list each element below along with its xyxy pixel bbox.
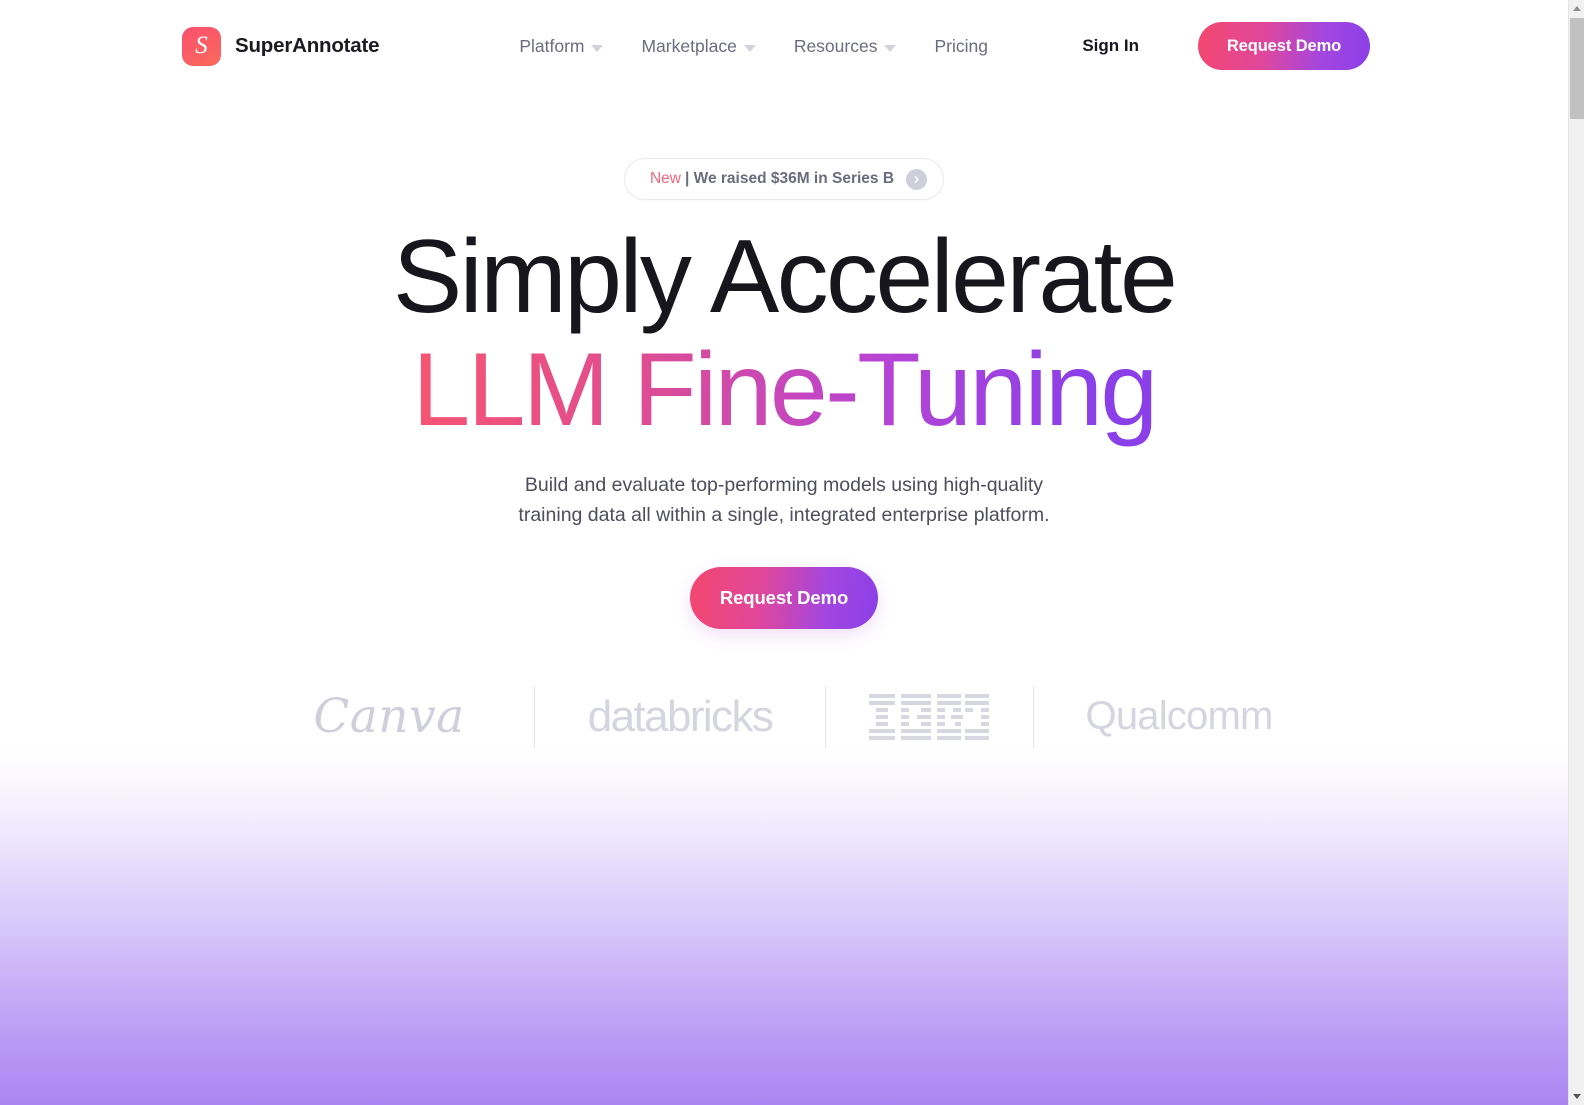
headline-line-2: LLM Fine-Tuning: [393, 333, 1175, 447]
chevron-down-icon: [591, 44, 604, 52]
triangle-down-icon: [1573, 1094, 1581, 1099]
nav-item-marketplace[interactable]: Marketplace: [622, 36, 774, 57]
page-title: Simply Accelerate LLM Fine-Tuning: [392, 219, 1178, 448]
chevron-right-icon: [906, 168, 928, 190]
hero-subheading: Build and evaluate top-performing models…: [518, 470, 1049, 531]
nav-item-label: Pricing: [934, 35, 988, 56]
headline-line-1: Simply Accelerate: [392, 219, 1178, 335]
hero-subheading-line-2: training data all within a single, integ…: [518, 504, 1050, 527]
main-navigation: Platform Marketplace Resources Pricing: [500, 36, 1007, 57]
brand-logo[interactable]: S SuperAnnotate: [182, 26, 380, 66]
logo-databricks: databricks: [587, 691, 774, 741]
nav-item-platform[interactable]: Platform: [500, 36, 622, 57]
header-actions: Sign In Request Demo: [1082, 22, 1370, 70]
superannotate-logo-icon: S: [182, 26, 221, 66]
nav-item-label: Marketplace: [641, 35, 737, 56]
chevron-down-icon: [743, 44, 756, 52]
announcement-badge-tag: New: [649, 170, 681, 187]
logo-qualcomm: Qualcomm: [1085, 694, 1274, 739]
page-viewport: S SuperAnnotate Platform Marketplace Res…: [0, 0, 1568, 1105]
announcement-badge[interactable]: New | We raised $36M in Series B: [623, 158, 945, 200]
nav-item-resources[interactable]: Resources: [775, 36, 916, 57]
triangle-up-icon: [1573, 6, 1581, 11]
customer-logo-strip: Canva databricks Qualcomm: [244, 684, 1324, 750]
scrollbar-thumb[interactable]: [1570, 18, 1584, 119]
brand-mark-letter: S: [195, 31, 208, 59]
ibm-logo-icon: [869, 693, 989, 740]
scroll-down-button[interactable]: [1569, 1088, 1584, 1105]
vertical-scrollbar[interactable]: [1568, 0, 1584, 1105]
sign-in-link[interactable]: Sign In: [1082, 36, 1139, 56]
scroll-up-button[interactable]: [1569, 0, 1584, 17]
brand-name: SuperAnnotate: [235, 34, 380, 57]
nav-item-pricing[interactable]: Pricing: [915, 36, 1007, 57]
chevron-down-icon: [884, 44, 897, 52]
nav-item-label: Platform: [519, 35, 585, 56]
logo-ibm: [826, 684, 1033, 750]
header-request-demo-button[interactable]: Request Demo: [1198, 22, 1370, 70]
announcement-badge-text: | We raised $36M in Series B: [684, 170, 895, 187]
nav-item-label: Resources: [793, 35, 878, 56]
hero-subheading-line-1: Build and evaluate top-performing models…: [524, 473, 1044, 496]
hero-request-demo-button[interactable]: Request Demo: [690, 566, 878, 629]
site-header: S SuperAnnotate Platform Marketplace Res…: [0, 0, 1568, 92]
hero-section: New | We raised $36M in Series B Simply …: [0, 92, 1568, 750]
logo-canva: Canva: [313, 689, 465, 745]
gradient-section: [0, 748, 1568, 1105]
